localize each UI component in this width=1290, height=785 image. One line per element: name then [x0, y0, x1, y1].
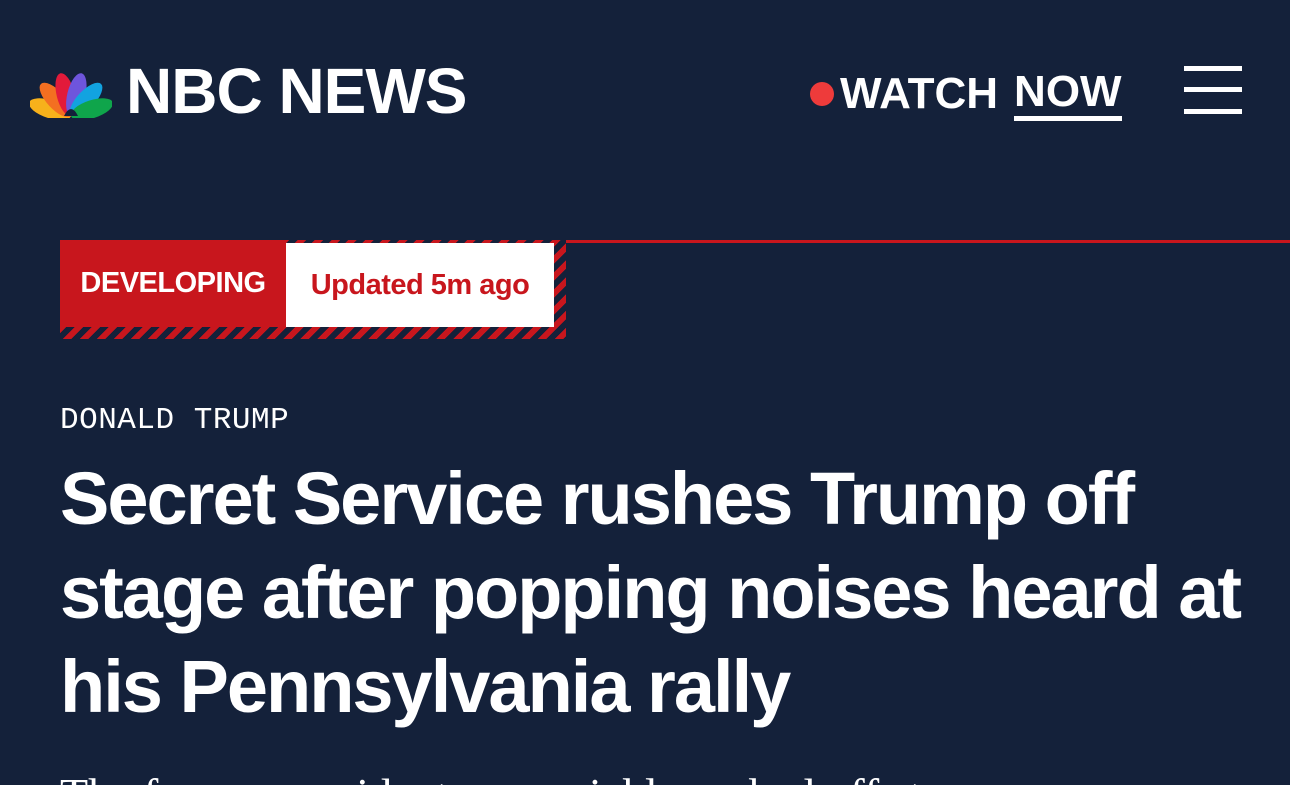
site-logo[interactable]: NBC NEWS	[30, 55, 467, 127]
updated-timestamp: Updated 5m ago	[286, 243, 554, 327]
menu-bar	[1184, 66, 1242, 71]
watch-label: WATCH	[840, 69, 999, 118]
now-label: NOW	[1014, 67, 1122, 121]
watch-now-link[interactable]: WATCH NOW	[810, 66, 1122, 122]
developing-badge: DEVELOPING	[60, 240, 286, 327]
article-headline: Secret Service rushes Trump off stage af…	[60, 457, 1242, 728]
nbc-peacock-icon	[30, 73, 112, 118]
article-page: NBC NEWS WATCH NOW DEVELOPING Updated 5m…	[0, 0, 1290, 785]
menu-bar	[1184, 87, 1242, 92]
developing-banner: DEVELOPING Updated 5m ago	[60, 240, 566, 339]
article-dek: The former president was quickly rushed …	[60, 768, 1240, 785]
brand-wordmark: NBC NEWS	[126, 55, 467, 127]
hamburger-menu-icon[interactable]	[1184, 66, 1242, 114]
menu-bar	[1184, 109, 1242, 114]
live-indicator-icon	[810, 82, 834, 106]
topic-eyebrow-link[interactable]: DONALD TRUMP	[60, 403, 289, 439]
